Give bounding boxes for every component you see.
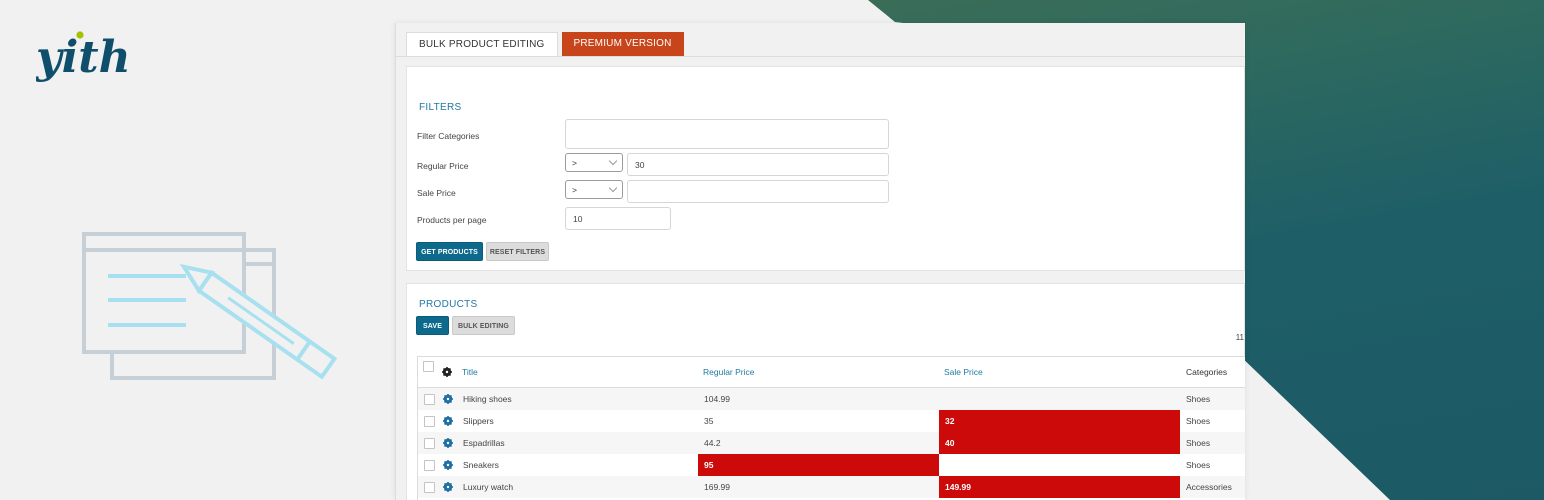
row-checkbox[interactable]: [424, 394, 435, 405]
products-count: 11: [1235, 333, 1244, 342]
cell-title[interactable]: Luxury watch: [457, 476, 697, 498]
cell-sale-price[interactable]: [939, 454, 1180, 476]
sale-price-operator-value: >: [572, 184, 577, 195]
regular-price-label: Regular Price: [417, 161, 469, 171]
get-products-button[interactable]: GET PRODUCTS: [416, 242, 483, 261]
chevron-down-icon: [608, 156, 618, 166]
bulk-editing-button[interactable]: BULK EDITING: [452, 316, 515, 335]
products-box: PRODUCTS SAVE BULK EDITING 11 Title Regu…: [406, 283, 1245, 500]
cell-regular-price[interactable]: 44.2: [698, 432, 939, 454]
cell-title[interactable]: Espadrillas: [457, 432, 697, 454]
products-table: Title Regular Price Sale Price Categorie…: [417, 356, 1245, 500]
table-row[interactable]: Luxury watch 169.99 149.99 Accessories: [418, 476, 1245, 498]
filters-box: FILTERS Filter Categories Regular Price …: [406, 66, 1245, 271]
table-body: Hiking shoes 104.99 Shoes Slippers 35 32 Shoes…: [418, 388, 1245, 500]
gear-icon[interactable]: [443, 460, 453, 470]
plugin-panel: BULK PRODUCT EDITING PREMIUM VERSION FIL…: [395, 23, 1245, 500]
cell-regular-price[interactable]: 169.99: [698, 476, 939, 498]
cell-sale-price[interactable]: [939, 388, 1180, 410]
table-header: Title Regular Price Sale Price Categorie…: [418, 357, 1245, 388]
tab-bar: BULK PRODUCT EDITING PREMIUM VERSION: [406, 32, 684, 57]
tab-divider: [396, 56, 1245, 57]
tab-premium-version[interactable]: PREMIUM VERSION: [561, 32, 684, 56]
gear-icon[interactable]: [442, 367, 452, 377]
chevron-down-icon: [608, 183, 618, 193]
cell-regular-price[interactable]: 95: [698, 454, 939, 476]
tab-bulk-product-editing[interactable]: BULK PRODUCT EDITING: [406, 32, 558, 57]
table-row[interactable]: Espadrillas 44.2 40 Shoes: [418, 432, 1245, 454]
reset-filters-button[interactable]: RESET FILTERS: [486, 242, 549, 261]
cell-title[interactable]: Hiking shoes: [457, 388, 697, 410]
products-title: PRODUCTS: [419, 299, 478, 310]
filter-categories-label: Filter Categories: [417, 131, 480, 141]
cell-sale-price[interactable]: 40: [939, 432, 1180, 454]
table-row[interactable]: Sneakers 95 Shoes: [418, 454, 1245, 476]
products-per-page-input[interactable]: 10: [565, 207, 671, 230]
cell-categories[interactable]: Shoes: [1180, 454, 1245, 476]
column-header-categories: Categories: [1186, 367, 1228, 377]
bulk-edit-illustration-icon: [82, 232, 338, 380]
cell-regular-price[interactable]: 35: [698, 410, 939, 432]
filters-title: FILTERS: [419, 102, 462, 113]
gear-icon[interactable]: [443, 416, 453, 426]
cell-regular-price[interactable]: 104.99: [698, 388, 939, 410]
cell-title[interactable]: Sneakers: [457, 454, 697, 476]
cell-categories[interactable]: Shoes: [1180, 432, 1245, 454]
regular-price-input[interactable]: 30: [627, 153, 889, 176]
yith-logo-text: yith: [36, 32, 131, 83]
sale-price-label: Sale Price: [417, 188, 456, 198]
regular-price-operator-value: >: [572, 157, 577, 168]
cell-title[interactable]: Slippers: [457, 410, 697, 432]
gear-icon[interactable]: [443, 438, 453, 448]
column-header-title[interactable]: Title: [462, 357, 478, 388]
row-checkbox[interactable]: [424, 482, 435, 493]
table-row[interactable]: Hiking shoes 104.99 Shoes: [418, 388, 1245, 410]
yith-logo: yith: [36, 31, 131, 83]
filter-categories-input[interactable]: [565, 119, 889, 149]
sale-price-input[interactable]: [627, 180, 889, 203]
select-all-checkbox[interactable]: [423, 361, 434, 372]
row-checkbox[interactable]: [424, 416, 435, 427]
gear-icon[interactable]: [443, 394, 453, 404]
column-header-sale-price[interactable]: Sale Price: [944, 357, 983, 388]
table-row[interactable]: Slippers 35 32 Shoes: [418, 410, 1245, 432]
regular-price-operator-select[interactable]: >: [565, 153, 623, 172]
cell-categories[interactable]: Shoes: [1180, 410, 1245, 432]
column-header-regular-price[interactable]: Regular Price: [703, 357, 755, 388]
row-checkbox[interactable]: [424, 438, 435, 449]
sale-price-operator-select[interactable]: >: [565, 180, 623, 199]
cell-categories[interactable]: Accessories: [1180, 476, 1245, 498]
cell-sale-price[interactable]: 32: [939, 410, 1180, 432]
cell-sale-price[interactable]: 149.99: [939, 476, 1180, 498]
save-button[interactable]: SAVE: [416, 316, 449, 335]
products-per-page-label: Products per page: [417, 215, 487, 225]
gear-icon[interactable]: [443, 482, 453, 492]
row-checkbox[interactable]: [424, 460, 435, 471]
cell-categories[interactable]: Shoes: [1180, 388, 1245, 410]
